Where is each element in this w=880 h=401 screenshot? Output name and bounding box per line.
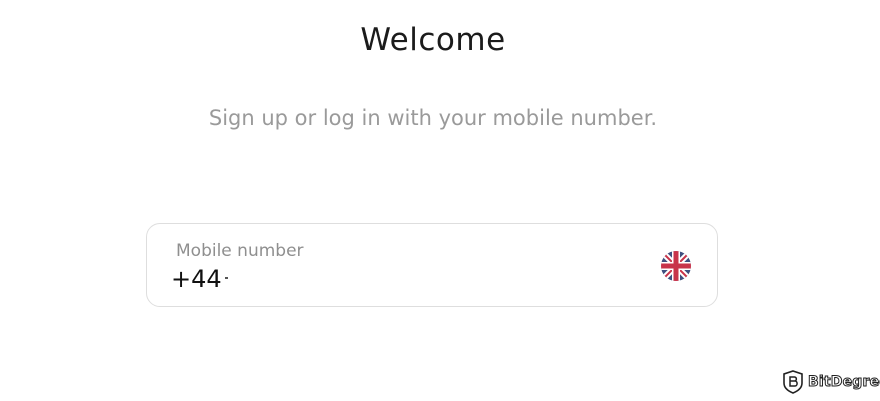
uk-flag-icon[interactable] [661,251,691,281]
mobile-number-field[interactable]: Mobile number +44 [146,223,718,307]
mobile-number-input[interactable]: +44 [171,265,228,293]
bitdegree-watermark: BitDegree [782,369,880,395]
page-subtitle: Sign up or log in with your mobile numbe… [208,106,658,130]
bitdegree-watermark-text: BitDegree [808,374,880,391]
mobile-number-label: Mobile number [176,241,304,261]
bitdegree-logo-icon [783,370,803,394]
text-cursor [224,277,228,279]
page-title: Welcome [360,22,506,58]
mobile-number-value: +44 [171,265,222,293]
